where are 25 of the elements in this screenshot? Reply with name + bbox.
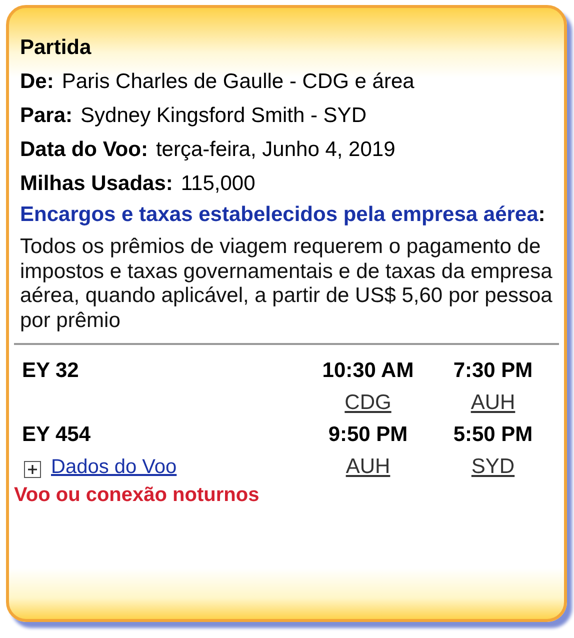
warning-text: Voo ou conexão noturnos bbox=[14, 483, 260, 507]
field-value: terça-feira, Junho 4, 2019 bbox=[156, 137, 396, 163]
field-value: Paris Charles de Gaulle - CDG e área bbox=[62, 69, 414, 95]
airport-link[interactable]: SYD bbox=[471, 455, 515, 478]
airport-link[interactable]: AUH bbox=[346, 455, 390, 478]
departure-time: 10:30 AM bbox=[321, 358, 415, 384]
expand-icon[interactable] bbox=[24, 460, 41, 478]
field-label: Para: bbox=[20, 103, 73, 129]
airport-link[interactable]: AUH bbox=[470, 391, 516, 414]
field-label: De: bbox=[20, 69, 54, 95]
field-value: 115,000 bbox=[180, 171, 256, 197]
fees-link[interactable]: Encargos e taxas estabelecidos pela empresa aérea bbox=[20, 203, 538, 226]
flight-number: EY 454 bbox=[21, 422, 92, 448]
flight-details-link[interactable]: Dados do Voo bbox=[51, 451, 177, 483]
flight-number: EY 32 bbox=[21, 358, 80, 384]
field-label: Milhas Usadas: bbox=[20, 171, 173, 197]
section-title: Partida bbox=[20, 35, 92, 61]
field-label: Data do Voo: bbox=[20, 137, 148, 163]
arrival-time: 5:50 PM bbox=[452, 422, 534, 448]
field-value: Sydney Kingsford Smith - SYD bbox=[80, 103, 366, 129]
departure-time: 9:50 PM bbox=[327, 422, 409, 448]
airport-link[interactable]: CDG bbox=[344, 391, 392, 414]
colon: : bbox=[538, 203, 546, 226]
arrival-time: 7:30 PM bbox=[452, 358, 534, 384]
fees-description: Todos os prêmios de viagem requerem o pagamento de impostos e taxas governamentais e de taxas da empresa aérea, quando aplicável, a partir de US$ 5,60 por pessoa por prêmio bbox=[20, 235, 553, 333]
